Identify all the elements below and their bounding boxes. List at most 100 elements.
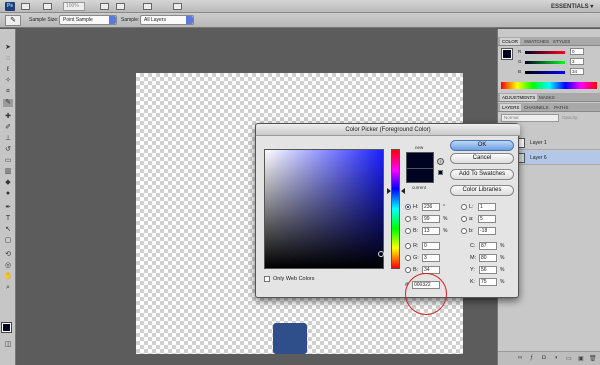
saturation-input[interactable]: 99 — [422, 215, 440, 223]
panel-foreground-swatch[interactable] — [502, 49, 512, 59]
saturation-radio[interactable] — [405, 216, 411, 222]
zoom-tool-icon[interactable]: ⌕ — [3, 284, 13, 292]
link-layers-icon[interactable]: ∞ — [518, 355, 522, 361]
slider-track[interactable] — [525, 51, 565, 54]
tab-masks[interactable]: MASKS — [537, 94, 557, 101]
blend-mode-select[interactable]: Normal — [501, 114, 559, 122]
foreground-color-swatch[interactable] — [2, 323, 11, 332]
green-input[interactable]: 3 — [422, 254, 440, 262]
color-ramp[interactable] — [501, 82, 597, 89]
new-layer-icon[interactable]: ▣ — [578, 355, 584, 362]
quick-mask-icon[interactable]: ◫ — [3, 341, 13, 349]
green-radio[interactable] — [405, 255, 411, 261]
checkbox-box[interactable] — [264, 276, 270, 282]
quick-selection-tool-icon[interactable]: ✧ — [3, 77, 13, 85]
layer-style-icon[interactable]: ƒ — [530, 355, 533, 361]
add-mask-icon[interactable]: ◘ — [542, 355, 546, 361]
bridge-icon[interactable] — [21, 3, 30, 10]
lab-b-input[interactable]: -18 — [478, 227, 496, 235]
slider-r[interactable]: R 0 — [518, 48, 600, 55]
lab-l-input[interactable]: 1 — [478, 203, 496, 211]
eyedropper-preset-icon[interactable]: ✎ — [5, 15, 21, 26]
tab-styles[interactable]: STYLES — [551, 38, 572, 45]
blur-tool-icon[interactable]: ◆ — [3, 179, 13, 187]
tab-channels[interactable]: CHANNELS — [522, 104, 551, 111]
brightness-radio[interactable] — [405, 228, 411, 234]
clone-stamp-tool-icon[interactable]: ⊥ — [3, 135, 13, 143]
trash-icon[interactable]: 🗑 — [589, 355, 597, 362]
black-input[interactable]: 75 — [479, 278, 497, 286]
rotate-view-icon[interactable] — [116, 3, 125, 10]
screen-mode-icon[interactable] — [173, 3, 182, 10]
workspace-switcher[interactable]: ESSENTIALS ▾ — [551, 3, 593, 10]
hue-slider-handle-right[interactable] — [401, 188, 405, 194]
options-bar: ✎ Sample Size: Point Sample Sample: All … — [0, 13, 600, 28]
brush-tool-icon[interactable]: ✐ — [3, 124, 13, 132]
shape-tool-icon[interactable]: ▢ — [3, 237, 13, 245]
move-tool-icon[interactable]: ➤ — [3, 44, 13, 52]
brightness-input[interactable]: 13 — [422, 227, 440, 235]
slider-track[interactable] — [525, 61, 565, 64]
hue-input[interactable]: 236 — [422, 203, 440, 211]
magenta-input[interactable]: 80 — [479, 254, 497, 262]
lab-l-radio[interactable] — [461, 204, 467, 210]
type-tool-icon[interactable]: T — [3, 215, 13, 223]
gradient-tool-icon[interactable]: ▥ — [3, 168, 13, 176]
color-libraries-button[interactable]: Color Libraries — [450, 185, 514, 196]
red-input[interactable]: 0 — [422, 242, 440, 250]
gamut-warning-icon[interactable]: ! — [437, 158, 444, 165]
lab-b-radio[interactable] — [461, 228, 467, 234]
red-radio[interactable] — [405, 243, 411, 249]
slider-g[interactable]: G 3 — [518, 58, 600, 65]
color-field-marker[interactable] — [378, 251, 384, 257]
cyan-input[interactable]: 87 — [479, 242, 497, 250]
eyedropper-tool-icon[interactable]: ✎ — [3, 99, 13, 107]
crop-tool-icon[interactable]: ⌗ — [3, 88, 13, 96]
adjustment-layer-icon[interactable]: ◑ — [554, 355, 558, 361]
tab-color[interactable]: COLOR — [500, 38, 521, 45]
3d-orbit-tool-icon[interactable]: ◎ — [3, 262, 13, 270]
hue-slider-handle-left[interactable] — [387, 188, 391, 194]
web-safe-cube-icon[interactable] — [438, 170, 443, 175]
marquee-tool-icon[interactable]: ◌ — [3, 55, 13, 63]
lab-a-input[interactable]: 5 — [478, 215, 496, 223]
layers-footer: ∞ ƒ ◘ ◑ ▭ ▣ 🗑 — [498, 351, 600, 365]
layers-panel-tabs: LAYERS CHANNELS PATHS — [498, 103, 600, 112]
slider-value[interactable]: 3 — [570, 58, 584, 65]
view-extras-icon[interactable] — [43, 3, 52, 10]
arrange-documents-icon[interactable] — [143, 3, 152, 10]
hand-tool-icon[interactable]: ✋ — [3, 273, 13, 281]
tab-layers[interactable]: LAYERS — [500, 104, 522, 111]
lasso-tool-icon[interactable]: ℓ — [3, 66, 13, 74]
yellow-input[interactable]: 56 — [479, 266, 497, 274]
slider-track[interactable] — [525, 71, 565, 74]
path-selection-tool-icon[interactable]: ↖ — [3, 226, 13, 234]
magenta-label: M: — [470, 255, 477, 261]
tab-adjustments[interactable]: ADJUSTMENTS — [500, 94, 538, 101]
slider-value[interactable]: 34 — [570, 68, 584, 75]
zoom-level[interactable]: 100% — [63, 2, 85, 11]
sample-size-select[interactable]: Point Sample — [59, 15, 117, 25]
3d-rotate-tool-icon[interactable]: ⟲ — [3, 251, 13, 259]
cancel-button[interactable]: Cancel — [450, 153, 514, 164]
current-color-swatch[interactable] — [406, 168, 434, 183]
slider-b[interactable]: B 34 — [518, 68, 600, 75]
tab-swatches[interactable]: SWATCHES — [522, 38, 551, 45]
add-to-swatches-button[interactable]: Add To Swatches — [450, 169, 514, 180]
hue-radio[interactable] — [405, 204, 411, 210]
blue-radio[interactable] — [405, 267, 411, 273]
new-group-icon[interactable]: ▭ — [566, 355, 572, 362]
hand-tool-icon[interactable] — [100, 3, 109, 10]
color-field[interactable] — [264, 149, 384, 269]
tab-paths[interactable]: PATHS — [552, 104, 570, 111]
history-brush-tool-icon[interactable]: ↺ — [3, 146, 13, 154]
hue-slider[interactable] — [391, 149, 400, 269]
healing-brush-tool-icon[interactable]: ✚ — [3, 113, 13, 121]
eraser-tool-icon[interactable]: ▭ — [3, 157, 13, 165]
slider-value[interactable]: 0 — [570, 48, 584, 55]
dodge-tool-icon[interactable]: ● — [3, 190, 13, 198]
pen-tool-icon[interactable]: ✒ — [3, 204, 13, 212]
lab-a-radio[interactable] — [461, 216, 467, 222]
sample-select[interactable]: All Layers — [140, 15, 194, 25]
ok-button[interactable]: OK — [450, 140, 514, 151]
